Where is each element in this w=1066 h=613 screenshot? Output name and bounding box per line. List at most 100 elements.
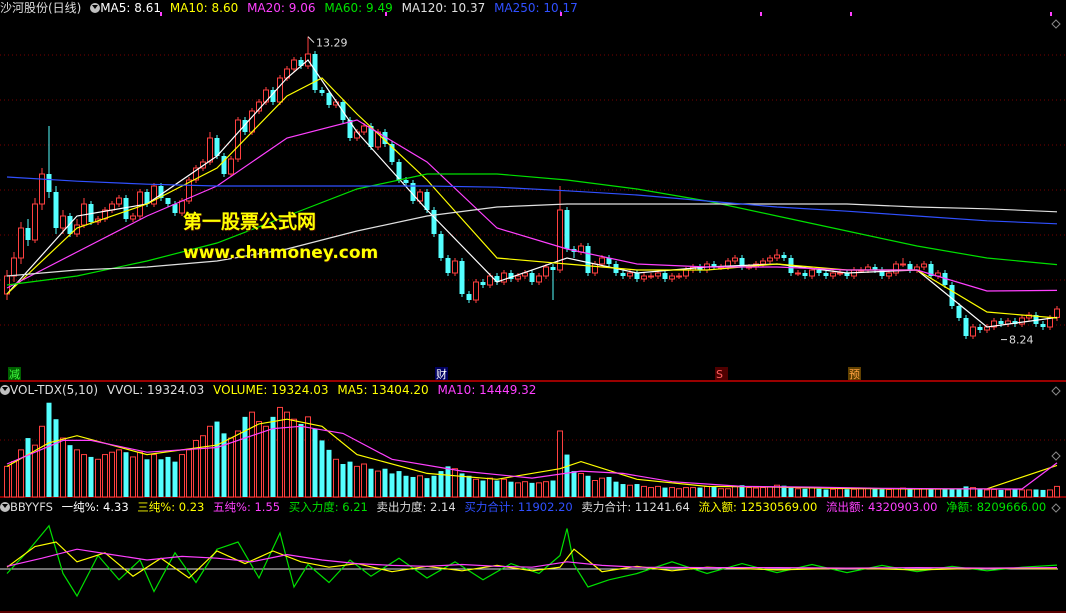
p3-label: 三纯%: 0.23 bbox=[137, 500, 205, 514]
candle-body-up bbox=[473, 281, 479, 301]
annotation-pointer-0 bbox=[307, 36, 315, 43]
candle-body-down bbox=[529, 273, 535, 282]
volume-bar-down bbox=[963, 486, 969, 497]
volume-bar-up bbox=[557, 430, 563, 498]
top-marker-3 bbox=[760, 12, 762, 16]
ind-name: BBYYFS bbox=[10, 500, 53, 514]
volume-bar-down bbox=[410, 476, 416, 497]
ma250-label: MA250: 10.17 bbox=[494, 1, 578, 15]
volume-bar-up bbox=[984, 489, 990, 498]
volume-bar-down bbox=[445, 466, 451, 497]
volume-bar-down bbox=[949, 489, 955, 497]
candle-body-up bbox=[795, 272, 801, 275]
volume-bar-down bbox=[144, 459, 150, 497]
volume-bar-down bbox=[424, 478, 430, 497]
volume-bar-up bbox=[284, 411, 290, 498]
volume-bar-down bbox=[312, 428, 318, 497]
candle-body-down bbox=[564, 210, 570, 249]
panel-resize-diamond-0 bbox=[1051, 19, 1061, 29]
net-label: 净额: 8209666.00 bbox=[946, 500, 1047, 514]
volume-bar-up bbox=[690, 487, 696, 498]
volume-bar-up bbox=[935, 488, 941, 498]
chart-canvas: 13.29 8.24 减 财 S 预 bbox=[0, 12, 1066, 613]
volume-bar-down bbox=[494, 480, 500, 497]
volume-bar-up bbox=[333, 458, 339, 498]
candle-body-up bbox=[130, 215, 136, 220]
volume-bar-down bbox=[816, 488, 822, 497]
candle-body-down bbox=[319, 90, 325, 93]
volume-bar-up bbox=[655, 485, 661, 498]
volume-bar-up bbox=[914, 488, 920, 498]
volume-bar-down bbox=[347, 461, 353, 497]
volume-bar-up bbox=[837, 488, 843, 498]
candle-body-down bbox=[802, 273, 808, 276]
volume-bar-down bbox=[585, 475, 591, 497]
volume-bar-up bbox=[1047, 489, 1053, 498]
volume-bar-down bbox=[389, 473, 395, 497]
volume-bar-down bbox=[1040, 489, 1046, 497]
volume-bar-up bbox=[130, 456, 136, 498]
candle-body-up bbox=[893, 263, 899, 274]
candle-body-up bbox=[641, 275, 647, 280]
candle-body-down bbox=[46, 174, 52, 192]
candle-body-down bbox=[949, 285, 955, 306]
candle-body-down bbox=[662, 273, 668, 279]
volume-bar-down bbox=[1033, 489, 1039, 497]
volume-bar-down bbox=[529, 482, 535, 497]
volume-bar-down bbox=[326, 449, 332, 497]
volume-bar-down bbox=[634, 484, 640, 497]
vol-ma5-label: MA5: 13404.20 bbox=[337, 383, 429, 397]
volume-bar-down bbox=[158, 459, 164, 497]
volume-bar-down bbox=[431, 475, 437, 497]
volume-bar-up bbox=[592, 480, 598, 498]
volume-bar-down bbox=[711, 486, 717, 497]
volume-bar-up bbox=[207, 425, 213, 498]
volume-bar-up bbox=[473, 478, 479, 498]
volume-bar-up bbox=[11, 461, 17, 498]
candle-body-down bbox=[550, 267, 556, 270]
vol-menu-icon[interactable] bbox=[0, 385, 10, 395]
volume-bar-down bbox=[242, 416, 248, 497]
volume-bar-up bbox=[375, 470, 381, 498]
volume-bar-up bbox=[4, 465, 10, 498]
candle-body-up bbox=[60, 215, 66, 229]
volume-bar-down bbox=[466, 475, 472, 497]
volume-bar-down bbox=[606, 476, 612, 497]
volume-bar-up bbox=[102, 454, 108, 498]
ma20-label: MA20: 9.06 bbox=[247, 1, 316, 15]
volume-bar-down bbox=[368, 468, 374, 497]
volume-bar-up bbox=[81, 454, 87, 498]
candle-body-up bbox=[291, 59, 297, 70]
candle-body-down bbox=[963, 318, 969, 336]
candle-body-down bbox=[907, 264, 913, 270]
volume-bar-up bbox=[851, 488, 857, 498]
candle-body-up bbox=[207, 137, 213, 163]
candle-body-up bbox=[543, 266, 549, 277]
candle-body-down bbox=[459, 261, 465, 294]
volume-bar-up bbox=[578, 472, 584, 498]
volume-bar-down bbox=[123, 452, 129, 497]
volume-bar-up bbox=[417, 475, 423, 498]
volume-bar-down bbox=[340, 464, 346, 497]
vol-ma10-label: MA10: 14449.32 bbox=[437, 383, 537, 397]
volume-bar-down bbox=[844, 489, 850, 497]
volume-bar-up bbox=[74, 449, 80, 498]
ind-menu-icon[interactable] bbox=[0, 502, 10, 512]
volume-bar-up bbox=[1026, 489, 1032, 498]
candle-body-down bbox=[165, 198, 171, 204]
ma60-label: MA60: 9.49 bbox=[324, 1, 393, 15]
candle-body-down bbox=[816, 270, 822, 273]
ma-menu-icon[interactable] bbox=[90, 3, 101, 13]
candle-body-down bbox=[1040, 324, 1046, 327]
volume-bar-up bbox=[137, 451, 143, 498]
volume-bar-up bbox=[1019, 489, 1025, 498]
volume-bar-up bbox=[753, 487, 759, 498]
ma120-label: MA120: 10.37 bbox=[401, 1, 486, 15]
candle-body-up bbox=[18, 227, 24, 259]
volume-header: VOL-TDX(5,10) VVOL: 19324.03 VOLUME: 193… bbox=[0, 382, 541, 398]
volume-bar-down bbox=[480, 480, 486, 497]
volume-bar-down bbox=[879, 489, 885, 497]
volume-bar-down bbox=[550, 480, 556, 497]
price-ma60-line bbox=[6, 173, 1058, 286]
volume-ma10-line bbox=[6, 425, 1058, 490]
